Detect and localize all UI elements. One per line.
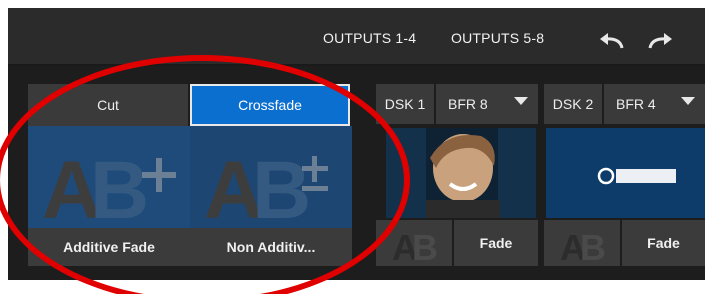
person-thumbnail bbox=[386, 128, 536, 218]
chevron-down-icon bbox=[514, 97, 528, 105]
tab-outputs-1-4[interactable]: OUTPUTS 1-4 bbox=[323, 30, 416, 46]
dsk2-ab-button[interactable]: A B bbox=[544, 220, 620, 268]
dsk1-preview[interactable] bbox=[386, 128, 536, 218]
newtek-logo-icon bbox=[546, 128, 705, 218]
dsk2-button[interactable]: DSK 2 bbox=[544, 84, 602, 124]
svg-text:B: B bbox=[90, 145, 149, 228]
non-additive-fade-tile[interactable]: A B bbox=[190, 126, 352, 228]
ab-plusminus-icon: A B bbox=[204, 145, 328, 228]
transition-panel: Cut A B Additive Fade Crossfade A B Non … bbox=[8, 66, 705, 280]
dsk1-ab-button[interactable]: A B bbox=[376, 220, 452, 268]
additive-fade-button[interactable]: Additive Fade bbox=[28, 228, 190, 266]
svg-text:B: B bbox=[412, 227, 438, 266]
dsk2-preview[interactable] bbox=[546, 128, 705, 218]
ab-icon: A B bbox=[392, 227, 438, 268]
dsk1-fade-button[interactable]: Fade bbox=[454, 220, 538, 266]
ab-plus-icon: A B bbox=[42, 145, 176, 228]
dsk1-button[interactable]: DSK 1 bbox=[376, 84, 434, 124]
dsk2-buffer-select[interactable]: BFR 4 bbox=[604, 84, 705, 124]
dsk1-buffer-select[interactable]: BFR 8 bbox=[436, 84, 538, 124]
undo-icon[interactable] bbox=[598, 30, 626, 50]
ab-icon: A B bbox=[560, 227, 606, 268]
cut-button[interactable]: Cut bbox=[28, 84, 188, 126]
crossfade-button[interactable]: Crossfade bbox=[190, 84, 350, 126]
non-additive-fade-button[interactable]: Non Additiv... bbox=[190, 228, 352, 266]
output-toolbar: OUTPUTS 1-4 OUTPUTS 5-8 bbox=[8, 8, 705, 66]
svg-text:B: B bbox=[580, 227, 606, 266]
redo-icon[interactable] bbox=[646, 30, 674, 50]
chevron-down-icon bbox=[681, 97, 695, 105]
dsk2-fade-button[interactable]: Fade bbox=[622, 220, 705, 266]
additive-fade-tile[interactable]: A B bbox=[28, 126, 190, 228]
tab-outputs-5-8[interactable]: OUTPUTS 5-8 bbox=[451, 30, 544, 46]
